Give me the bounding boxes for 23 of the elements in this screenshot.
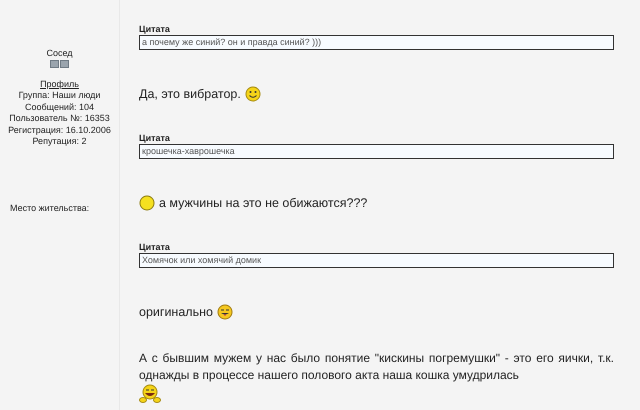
laughing-smiley-icon bbox=[139, 384, 161, 403]
blank-face-icon bbox=[139, 195, 155, 211]
quote-text: Хомячок или хомячий домик bbox=[139, 253, 614, 268]
quote-label: Цитата bbox=[139, 23, 171, 35]
username: Сосед bbox=[46, 47, 73, 59]
post-paragraph: А с бывшим мужем у нас было понятие "кискины погремушки" - это его яички, т.к. однажды в процессе нашего полового акта наша кошка умудрилась bbox=[139, 350, 614, 384]
user-stat: Группа: Наши люди bbox=[18, 90, 100, 102]
quote-label: Цитата bbox=[139, 241, 171, 253]
user-stat: Регистрация: 16.10.2006 bbox=[8, 124, 111, 136]
tongue-smiley-icon bbox=[216, 304, 233, 320]
quote-text: крошечка-хаврошечка bbox=[139, 144, 614, 159]
smiley-icon bbox=[244, 86, 261, 102]
user-stat: Репутация: 2 bbox=[32, 136, 87, 148]
quote-label: Цитата bbox=[139, 132, 171, 144]
profile-link[interactable]: Профиль bbox=[40, 78, 79, 90]
post-text: Да, это вибратор. bbox=[139, 87, 241, 101]
quote-text: а почему же синий? он и правда синий? ))) bbox=[139, 35, 614, 50]
post-text: оригинально bbox=[139, 305, 213, 319]
post-text: а мужчины на это не обижаются??? bbox=[159, 196, 368, 210]
location-label: Место жительства: bbox=[10, 202, 90, 212]
rank-icon bbox=[50, 60, 69, 68]
user-stat: Сообщений: 104 bbox=[24, 102, 94, 113]
user-stat: Пользователь №: 16353 bbox=[9, 113, 110, 124]
